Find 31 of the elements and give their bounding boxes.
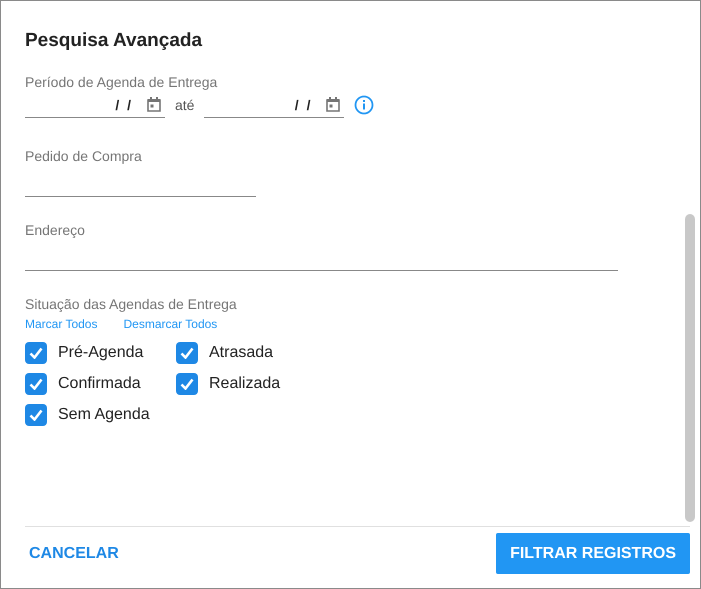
cancel-button[interactable]: CANCELAR — [25, 533, 123, 574]
checkbox[interactable] — [25, 342, 47, 364]
checkbox[interactable] — [25, 404, 47, 426]
field-label: Pedido de Compra — [25, 148, 143, 164]
link[interactable]: Desmarcar Todos — [123, 317, 218, 331]
checkbox[interactable] — [176, 372, 198, 394]
checkbox-label: Confirmada — [58, 374, 141, 392]
checkbox-label: Atrasada — [209, 344, 274, 362]
section-label: Situação das Agendas de Entrega — [25, 296, 238, 312]
checkbox[interactable] — [176, 342, 198, 364]
checkbox[interactable] — [25, 372, 47, 394]
info-icon[interactable] — [354, 95, 374, 115]
check-icon — [29, 408, 43, 420]
link[interactable]: Marcar Todos — [25, 317, 98, 331]
scrollbar[interactable] — [685, 214, 695, 522]
range-separator: até — [175, 97, 194, 113]
check-icon — [29, 346, 43, 358]
date-field[interactable]: / / — [25, 92, 165, 118]
checkbox-label: Pré-Agenda — [58, 344, 144, 362]
checkbox-label: Realizada — [209, 374, 280, 392]
check-icon — [29, 378, 43, 390]
field-label: Endereço — [25, 222, 86, 238]
field-label: Período de Agenda de Entrega — [25, 74, 218, 90]
dialog-title: Pesquisa Avançada — [24, 29, 204, 53]
calendar-icon[interactable] — [326, 97, 340, 112]
check-icon — [180, 378, 194, 390]
checkbox-label: Sem Agenda — [58, 406, 150, 424]
filter-button[interactable]: FILTRAR REGISTROS — [496, 533, 690, 574]
check-icon — [180, 346, 194, 358]
date-field[interactable]: / / — [204, 92, 344, 118]
calendar-icon[interactable] — [147, 97, 161, 112]
